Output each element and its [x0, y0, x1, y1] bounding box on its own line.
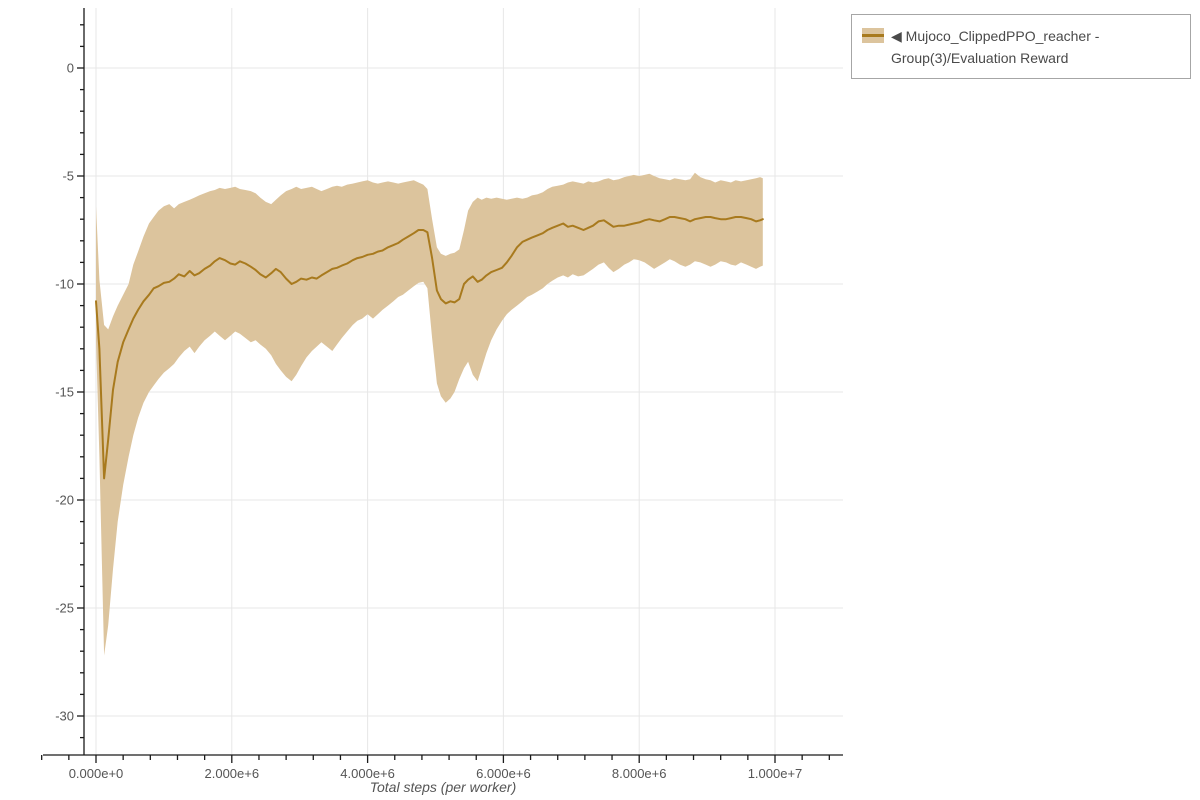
y-tick-label: -20 — [55, 493, 74, 508]
y-tick-label: 0 — [67, 61, 74, 76]
legend-band-swatch-icon — [862, 28, 884, 43]
y-tick-label: -5 — [62, 169, 74, 184]
gridlines — [84, 8, 843, 755]
x-tick-label: 8.000e+6 — [612, 766, 667, 781]
y-tick-label: -15 — [55, 385, 74, 400]
legend-item[interactable]: ◀ Mujoco_ClippedPPO_reacher - Group(3)/E… — [862, 25, 1180, 69]
y-tick-label: -10 — [55, 277, 74, 292]
y-tick-label: -30 — [55, 709, 74, 724]
chart-canvas: 0-5-10-15-20-25-300.000e+0 2.000e+6 4.000e… — [41, 8, 843, 795]
reward-chart-panel: 0 -5 -10 -15 -20 -25 -30 0.000e+0 2.000e+6 4.000e… — [0, 0, 1200, 800]
x-tick-label: 2.000e+6 — [205, 766, 260, 781]
legend-label: ◀ Mujoco_ClippedPPO_reacher - Group(3)/E… — [891, 28, 1100, 66]
tick-labels: 0-5-10-15-20-25-300.000e+0 2.000e+6 4.000e… — [55, 61, 802, 782]
legend-box: ◀ Mujoco_ClippedPPO_reacher - Group(3)/E… — [851, 14, 1191, 79]
y-tick-label: -25 — [55, 601, 74, 616]
x-tick-label: 0.000e+0 — [69, 766, 124, 781]
legend-line-swatch-icon — [862, 34, 884, 37]
x-axis-title: Total steps (per worker) — [370, 779, 517, 795]
x-tick-label: 1.000e+7 — [748, 766, 803, 781]
